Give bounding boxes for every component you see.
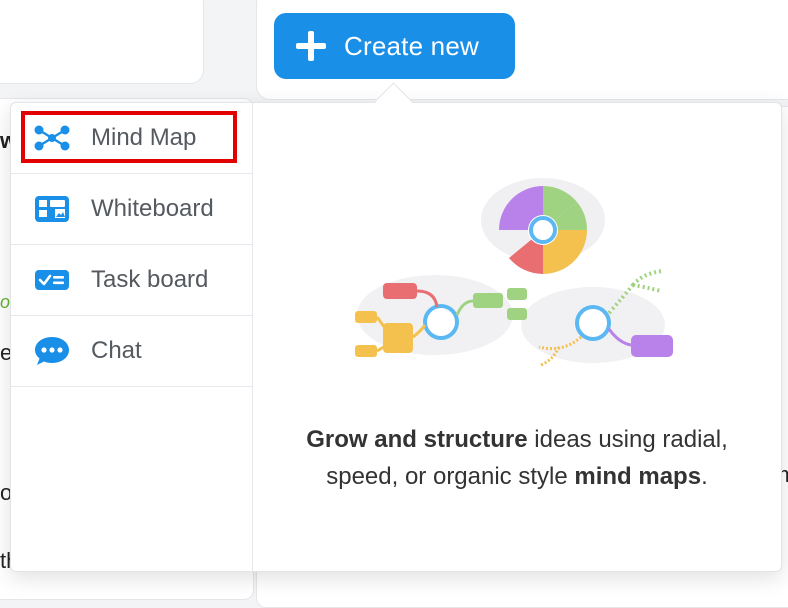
create-new-label: Create new: [344, 30, 479, 61]
create-type-menu: Mind Map Whiteboard Task board Chat: [11, 103, 253, 571]
task-board-icon: [34, 266, 70, 294]
menu-item-task-board[interactable]: Task board: [11, 245, 252, 316]
plus-icon: [296, 31, 326, 61]
mind-map-description: Grow and structure ideas using radial, s…: [273, 421, 761, 495]
menu-item-chat[interactable]: Chat: [11, 316, 252, 387]
menu-item-label: Task board: [91, 266, 209, 293]
mind-map-illustration: [355, 178, 673, 367]
create-new-dropdown: Mind Map Whiteboard Task board Chat Grow…: [10, 102, 782, 572]
whiteboard-icon: [34, 195, 70, 223]
background-card: [0, 0, 204, 84]
chat-icon: [34, 337, 70, 365]
description-bold: mind maps: [574, 463, 702, 490]
description-bold: Grow and structure: [306, 426, 528, 453]
menu-item-whiteboard[interactable]: Whiteboard: [11, 174, 252, 245]
description-text: .: [701, 463, 708, 490]
menu-item-label: Chat: [91, 337, 142, 364]
background-text-fragment: o: [0, 292, 11, 312]
selection-highlight: [21, 111, 237, 163]
menu-item-mind-map[interactable]: Mind Map: [11, 103, 252, 174]
menu-item-label: Whiteboard: [91, 195, 214, 222]
create-type-preview: Grow and structure ideas using radial, s…: [253, 103, 781, 571]
create-new-button[interactable]: Create new: [274, 13, 515, 79]
